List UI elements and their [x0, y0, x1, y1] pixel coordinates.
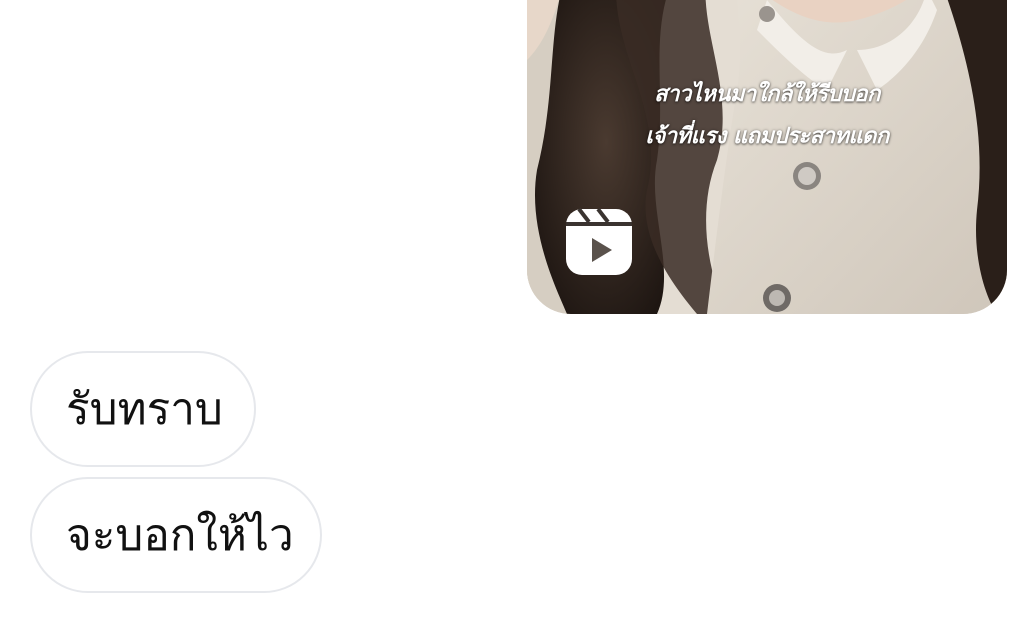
- reels-icon: [566, 208, 632, 275]
- reel-caption-line-2: เจ้าที่แรง แถมประสาทแดก: [645, 124, 889, 149]
- shared-reel-card[interactable]: สาวไหนมาใกล้ให้รีบบอก เจ้าที่แรง แถมประส…: [527, 0, 1007, 314]
- quick-reply-will-tell-soon[interactable]: จะบอกให้ไว: [30, 477, 322, 593]
- reel-caption-line-1: สาวไหนมาใกล้ให้รีบบอก: [654, 82, 880, 107]
- quick-reply-acknowledge[interactable]: รับทราบ: [30, 351, 256, 467]
